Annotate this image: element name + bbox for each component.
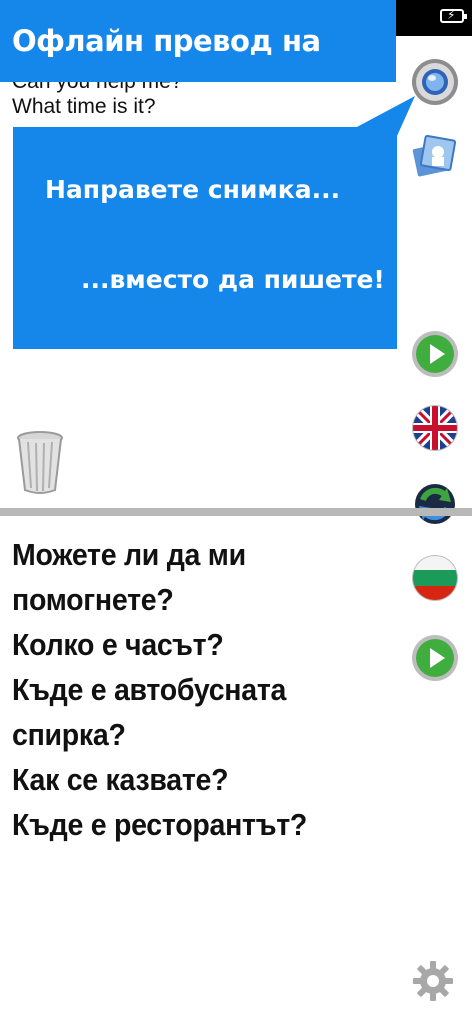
swap-icon[interactable] xyxy=(411,480,459,528)
translation-line: Как се казвате? xyxy=(12,762,229,797)
promo-bubble-line: Направете снимка... xyxy=(45,175,341,204)
play-translation-button[interactable] xyxy=(411,634,459,682)
uk-flag-icon[interactable] xyxy=(411,404,459,452)
camera-icon[interactable] xyxy=(411,58,459,106)
panel-divider[interactable] xyxy=(0,508,472,516)
promo-title: Офлайн превод на снимки xyxy=(0,0,396,140)
translation-line: спирка? xyxy=(12,717,126,752)
trash-icon[interactable] xyxy=(16,430,64,496)
bulgaria-flag-icon[interactable] xyxy=(411,554,459,602)
translation-line: помогнете? xyxy=(12,582,174,617)
translation-line: Можете ли да ми xyxy=(12,537,246,572)
play-source-button[interactable] xyxy=(411,330,459,378)
promo-bubble: Направете снимка... ...вместо да пишете! xyxy=(13,127,397,349)
translation-line: Къде е ресторантът? xyxy=(12,807,308,842)
translation-line: Къде е автобусната xyxy=(12,672,287,707)
translation-line: Колко е часът? xyxy=(12,627,224,662)
gear-icon[interactable] xyxy=(412,960,454,1002)
promo-bubble-line: ...вместо да пишете! xyxy=(81,265,385,294)
battery-charging-icon: ⚡ xyxy=(440,8,467,23)
gallery-icon[interactable] xyxy=(411,132,459,180)
translation-text[interactable]: Можете ли да ми помогнете? Колко е часът… xyxy=(12,532,402,847)
